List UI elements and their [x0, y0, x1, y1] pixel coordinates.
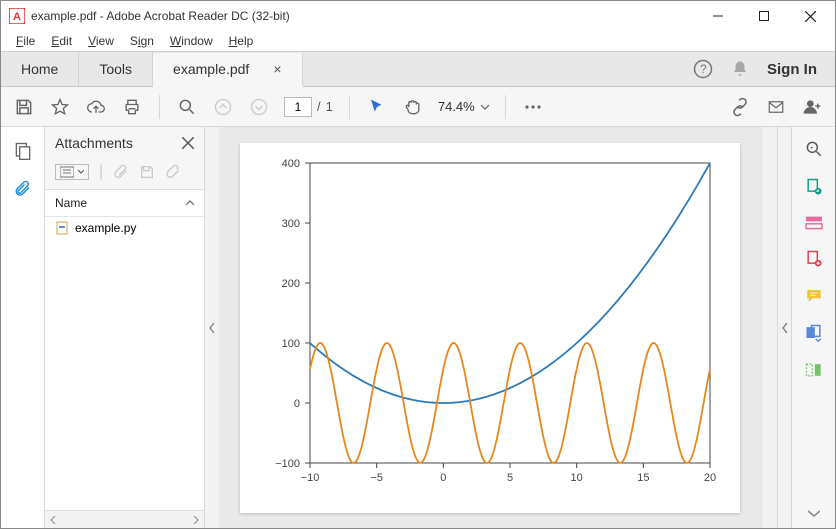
file-icon — [55, 221, 69, 235]
content-area: Attachments | Name example.py — [1, 127, 835, 528]
window-title: example.pdf - Adobe Acrobat Reader DC (3… — [31, 9, 695, 23]
menu-view[interactable]: View — [81, 33, 121, 49]
tool-comment-icon[interactable] — [804, 287, 824, 305]
mail-icon[interactable] — [765, 96, 787, 118]
attachments-header-row[interactable]: Name — [45, 190, 204, 217]
tab-close-button[interactable]: × — [273, 61, 281, 77]
print-icon[interactable] — [121, 96, 143, 118]
svg-text:−100: −100 — [275, 458, 300, 470]
tool-createpdf-icon[interactable] — [804, 249, 824, 269]
attachments-list: example.py — [45, 217, 204, 510]
bell-icon[interactable] — [731, 60, 749, 78]
svg-text:300: 300 — [282, 218, 300, 230]
panel-close-button[interactable] — [182, 137, 194, 149]
attachment-name: example.py — [75, 221, 136, 235]
chevron-down-icon — [481, 103, 489, 111]
svg-text:−10: −10 — [301, 472, 320, 484]
signin-button[interactable]: Sign In — [767, 61, 817, 78]
svg-text:20: 20 — [704, 472, 716, 484]
menu-file[interactable]: File — [9, 33, 42, 49]
help-icon[interactable]: ? — [693, 59, 713, 79]
save-icon[interactable] — [13, 96, 35, 118]
svg-text:A: A — [13, 11, 21, 23]
tabbar: Home Tools example.pdf × ? Sign In — [1, 51, 835, 87]
zoom-value: 74.4% — [438, 99, 475, 114]
menu-window[interactable]: Window — [163, 33, 220, 49]
menu-sign[interactable]: Sign — [123, 33, 161, 49]
star-icon[interactable] — [49, 96, 71, 118]
cloud-upload-icon[interactable] — [85, 96, 107, 118]
svg-text:5: 5 — [507, 472, 513, 484]
tool-edit-icon[interactable] — [804, 215, 824, 231]
attach-add-icon[interactable] — [165, 164, 181, 180]
chart: −10 −5 0 5 10 15 20 −100 0 100 200 300 400 — [240, 143, 740, 513]
attachments-name-col: Name — [55, 196, 87, 210]
tab-document-label: example.pdf — [173, 61, 249, 77]
toolbar: / 1 74.4% — [1, 87, 835, 127]
more-icon[interactable] — [522, 96, 544, 118]
tool-organize-icon[interactable] — [804, 361, 824, 379]
svg-text:+: + — [809, 145, 813, 152]
tab-home[interactable]: Home — [1, 52, 79, 86]
view-mode-dropdown[interactable] — [55, 164, 89, 180]
right-rail: + — [791, 127, 835, 528]
tool-combine-icon[interactable] — [804, 323, 824, 343]
page-down-icon[interactable] — [248, 96, 270, 118]
app-icon: A — [9, 8, 25, 24]
tool-search-icon[interactable]: + — [804, 139, 824, 159]
svg-text:100: 100 — [282, 338, 300, 350]
left-rail — [1, 127, 45, 528]
thumbnails-icon[interactable] — [13, 141, 33, 161]
tab-document[interactable]: example.pdf × — [153, 53, 302, 87]
attachments-title: Attachments — [55, 135, 133, 151]
hand-icon[interactable] — [402, 96, 424, 118]
sort-up-icon — [186, 199, 194, 207]
collapse-left-button[interactable] — [205, 127, 219, 528]
svg-text:?: ? — [700, 62, 707, 76]
maximize-button[interactable] — [741, 1, 787, 31]
attachment-item[interactable]: example.py — [45, 217, 204, 239]
page-up-icon[interactable] — [212, 96, 234, 118]
page-total: 1 — [326, 99, 333, 114]
collapse-right-button[interactable] — [777, 127, 791, 528]
vertical-scrollbar[interactable] — [761, 127, 777, 528]
add-person-icon[interactable] — [801, 96, 823, 118]
tool-more-icon[interactable] — [808, 508, 820, 518]
tab-tools[interactable]: Tools — [79, 52, 153, 86]
window-controls — [695, 1, 833, 31]
minimize-button[interactable] — [695, 1, 741, 31]
svg-text:0: 0 — [440, 472, 446, 484]
menu-edit[interactable]: Edit — [44, 33, 79, 49]
svg-text:200: 200 — [282, 278, 300, 290]
pointer-icon[interactable] — [366, 96, 388, 118]
page-indicator: / 1 — [284, 97, 333, 117]
attachments-scroll-footer[interactable] — [45, 510, 204, 528]
svg-text:400: 400 — [282, 158, 300, 170]
page-sep: / — [317, 99, 321, 114]
page-current-input[interactable] — [284, 97, 312, 117]
attachments-icon[interactable] — [14, 179, 32, 199]
svg-text:10: 10 — [571, 472, 583, 484]
svg-text:15: 15 — [637, 472, 649, 484]
svg-text:0: 0 — [294, 398, 300, 410]
zoom-dropdown[interactable]: 74.4% — [438, 99, 489, 114]
attachments-panel: Attachments | Name example.py — [45, 127, 205, 528]
link-icon[interactable] — [729, 96, 751, 118]
menu-help[interactable]: Help — [222, 33, 261, 49]
menubar: File Edit View Sign Window Help — [1, 31, 835, 51]
pdf-page: −10 −5 0 5 10 15 20 −100 0 100 200 300 400 — [240, 143, 740, 513]
document-area[interactable]: −10 −5 0 5 10 15 20 −100 0 100 200 300 400 — [219, 127, 761, 528]
attach-save-icon[interactable] — [139, 164, 155, 180]
attachments-toolbar: | — [45, 159, 204, 190]
search-icon[interactable] — [176, 96, 198, 118]
close-button[interactable] — [787, 1, 833, 31]
svg-text:−5: −5 — [370, 472, 383, 484]
tool-export-icon[interactable] — [804, 177, 824, 197]
attach-open-icon[interactable] — [113, 164, 129, 180]
titlebar: A example.pdf - Adobe Acrobat Reader DC … — [1, 1, 835, 31]
